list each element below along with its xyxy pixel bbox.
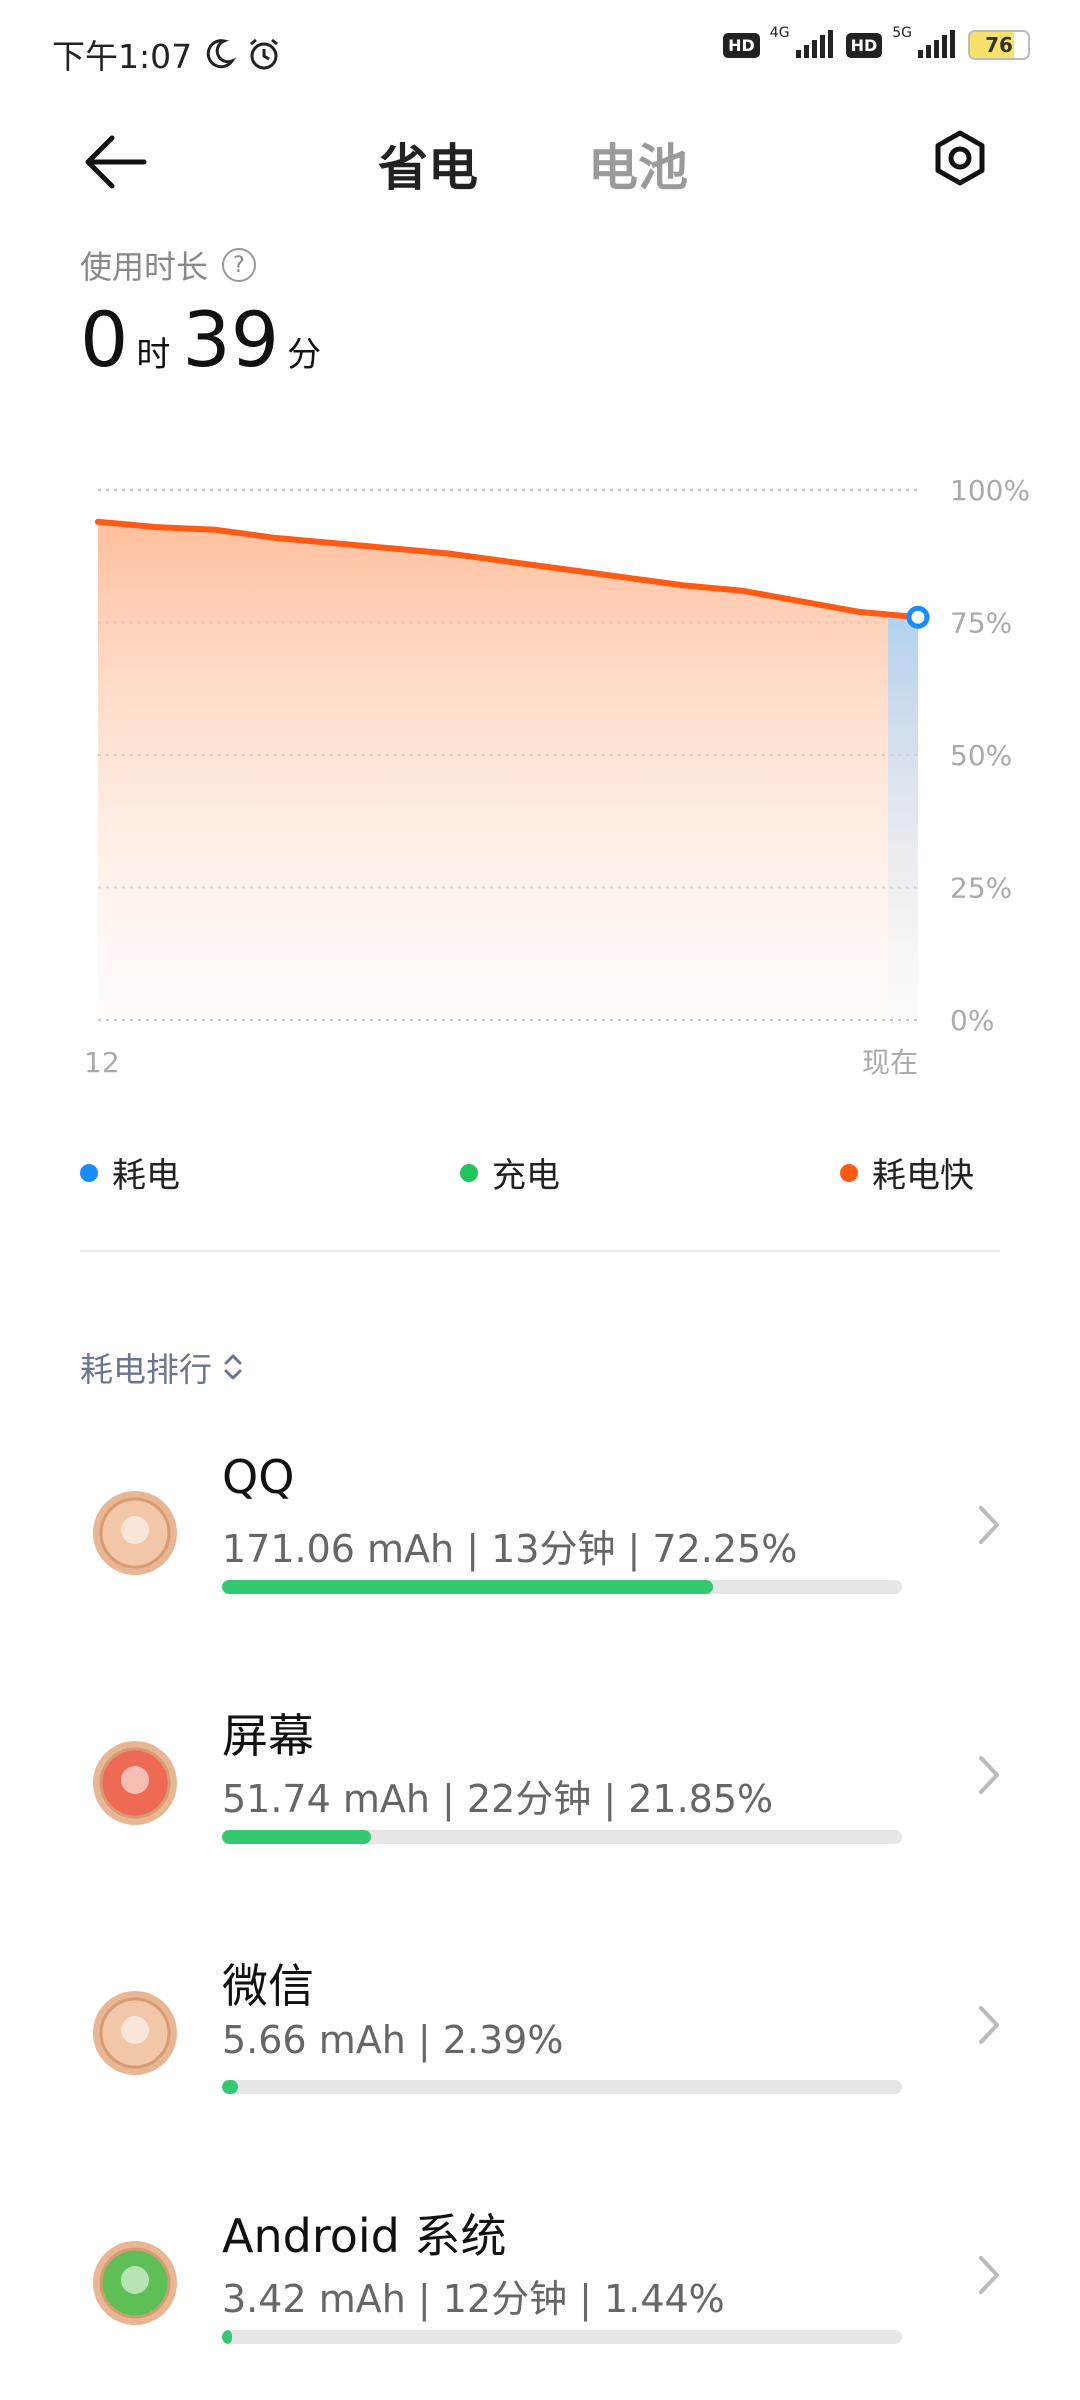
usage-minutes-unit: 分 <box>287 335 322 375</box>
chart-area-fast-drain <box>98 521 918 1020</box>
chart-current-point <box>906 605 930 629</box>
legend-drain-label: 耗电 <box>112 1156 180 1196</box>
y-tick-label: 50% <box>950 739 1012 772</box>
screen-icon <box>92 1740 178 1826</box>
legend-fast-drain-dot <box>840 1163 858 1182</box>
network-type-1: 4G <box>769 25 790 41</box>
app-stats: 5.66 mAh | 2.39% <box>222 2018 564 2062</box>
app-stats: 51.74 mAh | 22分钟 | 21.85% <box>222 1777 774 1821</box>
legend-drain: 耗电 <box>80 1148 180 1197</box>
battery-icon: 76 <box>968 30 1030 60</box>
app-usage-row[interactable]: 屏幕 51.74 mAh | 22分钟 | 21.85% <box>0 1700 1080 1900</box>
back-arrow-icon[interactable] <box>82 132 148 192</box>
hd-badge: HD <box>723 32 760 58</box>
app-stats: 171.06 mAh | 13分钟 | 72.25% <box>222 1527 798 1571</box>
legend-fast-drain-label: 耗电快 <box>872 1156 974 1196</box>
app-usage-bar-fill <box>222 2080 239 2094</box>
x-tick-label-end: 现在 <box>862 1046 918 1079</box>
status-time: 下午1:07 <box>52 37 193 76</box>
tab-power-saving[interactable]: 省电 <box>378 128 478 200</box>
chevron-right-icon <box>979 2256 999 2294</box>
app-name: 屏幕 <box>222 1709 314 1763</box>
app-usage-bar-fill <box>222 1830 371 1844</box>
app-usage-bar <box>222 2080 902 2094</box>
app-usage-row[interactable]: 微信 5.66 mAh | 2.39% <box>0 1950 1080 2150</box>
app-usage-bar <box>222 1580 902 1594</box>
sort-updown-icon <box>224 1354 242 1380</box>
battery-level-chart: 100% 75% 50% 25% 0% 12 现在 <box>84 474 1030 1079</box>
moon-icon <box>206 39 237 69</box>
legend-charge: 充电 <box>460 1148 560 1197</box>
app-usage-row[interactable]: QQ 171.06 mAh | 13分钟 | 72.25% <box>0 1450 1080 1650</box>
tab-battery[interactable]: 电池 <box>588 128 688 200</box>
usage-label-text: 使用时长 <box>80 248 209 286</box>
signal-icon <box>795 30 833 58</box>
usage-duration-label: 使用时长 ? <box>80 242 257 288</box>
chevron-right-icon <box>979 2006 999 2044</box>
settings-gear-icon[interactable] <box>930 128 990 188</box>
alarm-icon <box>250 38 279 70</box>
ranking-label: 耗电排行 <box>80 1350 212 1389</box>
legend-drain-dot <box>80 1163 98 1182</box>
hd-badge-2: HD <box>845 32 883 58</box>
app-usage-bar-fill <box>222 1580 714 1594</box>
app-usage-bar <box>222 1830 902 1844</box>
network-type-2: 5G <box>892 25 912 41</box>
usage-duration-value: 0 时 39 分 <box>80 295 333 384</box>
app-usage-bar-fill <box>222 2330 232 2344</box>
legend-charge-label: 充电 <box>492 1156 560 1196</box>
usage-hours-unit: 时 <box>136 335 171 375</box>
chevron-right-icon <box>979 1756 999 1794</box>
signal-icon-2 <box>918 30 955 58</box>
app-stats: 3.42 mAh | 12分钟 | 1.44% <box>222 2277 725 2321</box>
app-name: 微信 <box>222 1959 314 2013</box>
y-tick-label: 100% <box>950 474 1030 507</box>
battery-level: 76 <box>985 33 1013 57</box>
y-tick-label: 75% <box>950 607 1012 640</box>
section-divider <box>80 1250 1000 1252</box>
help-icon[interactable]: ? <box>222 248 257 282</box>
legend-charge-dot <box>460 1163 478 1182</box>
ranking-sort-toggle[interactable]: 耗电排行 <box>80 1343 244 1391</box>
usage-minutes: 39 <box>182 295 280 384</box>
legend-fast-drain: 耗电快 <box>840 1148 974 1197</box>
chevron-right-icon <box>979 1506 999 1544</box>
qq-icon <box>92 1490 178 1576</box>
app-usage-row[interactable]: Android 系统 3.42 mAh | 12分钟 | 1.44% <box>0 2200 1080 2400</box>
app-name: QQ <box>222 1450 295 1504</box>
usage-hours: 0 <box>80 295 129 384</box>
app-usage-bar <box>222 2330 902 2344</box>
y-tick-label: 25% <box>950 872 1012 905</box>
status-bar-right: HD 4G HD 5G 76 <box>723 25 1030 60</box>
wechat-icon <box>92 1990 178 2076</box>
app-name: Android 系统 <box>222 2209 507 2263</box>
chart-area-current <box>888 617 918 1020</box>
android-icon <box>92 2240 178 2326</box>
x-tick-label-start: 12 <box>84 1046 120 1079</box>
status-bar-left: 下午1:07 <box>52 30 282 78</box>
y-tick-label: 0% <box>950 1004 994 1037</box>
